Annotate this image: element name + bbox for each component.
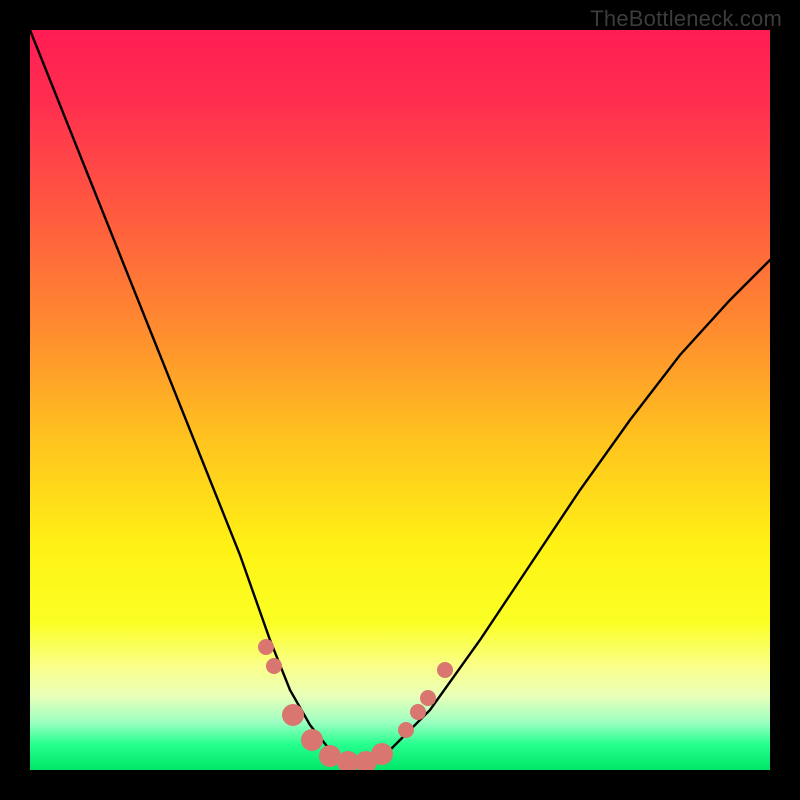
curve-marker <box>398 722 414 738</box>
curve-markers <box>258 639 453 770</box>
curve-layer <box>30 30 770 770</box>
curve-marker <box>371 743 393 765</box>
curve-marker <box>301 729 323 751</box>
curve-marker <box>420 690 436 706</box>
curve-marker <box>258 639 274 655</box>
curve-marker <box>410 704 426 720</box>
curve-marker <box>282 704 304 726</box>
watermark-text: TheBottleneck.com <box>590 6 782 32</box>
curve-marker <box>437 662 453 678</box>
chart-frame: TheBottleneck.com <box>0 0 800 800</box>
curve-marker <box>266 658 282 674</box>
plot-area <box>30 30 770 770</box>
bottleneck-curve <box>30 30 770 762</box>
